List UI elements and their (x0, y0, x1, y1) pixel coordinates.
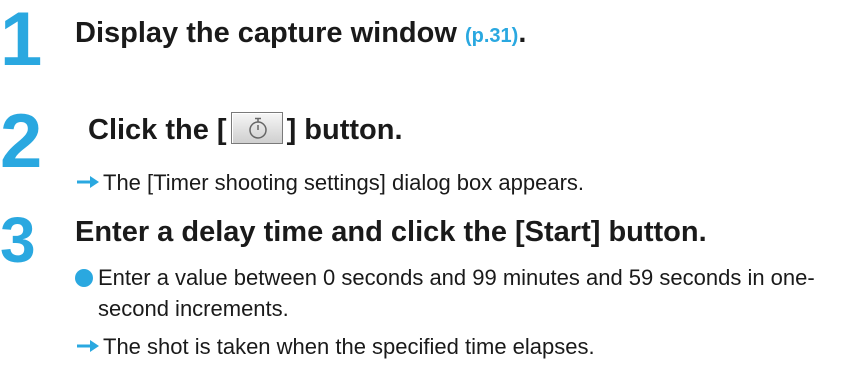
step-2-number: 2 (0, 99, 42, 184)
step-2-title-suffix: ] button. (286, 114, 403, 146)
page-reference-link[interactable]: (p.31) (465, 25, 518, 47)
step-2-title: Click the [ ] button. (88, 112, 403, 147)
step-3-result-text: The shot is taken when the specified tim… (103, 334, 595, 359)
result-arrow-icon (77, 340, 99, 353)
self-timer-icon (248, 118, 267, 140)
bullet-icon (75, 269, 93, 287)
step-1-title-text: Display the capture window (75, 17, 457, 49)
step-3-result: The shot is taken when the specified tim… (75, 334, 595, 360)
step-3-title: Enter a delay time and click the [Start]… (75, 216, 707, 248)
timer-button (230, 112, 283, 145)
result-arrow-icon (77, 176, 99, 189)
step-3-bullet-text: Enter a value between 0 seconds and 99 m… (98, 265, 815, 321)
step-1-number: 1 (0, 0, 42, 82)
step-2-result: The [Timer shooting settings] dialog box… (75, 170, 584, 196)
step-3-number: 3 (0, 204, 36, 276)
step-1-title-end: . (518, 17, 527, 49)
step-2-result-text: The [Timer shooting settings] dialog box… (103, 170, 585, 195)
step-1-title: Display the capture window (p.31). (75, 17, 526, 50)
step-2-title-prefix: Click the [ (88, 114, 227, 146)
